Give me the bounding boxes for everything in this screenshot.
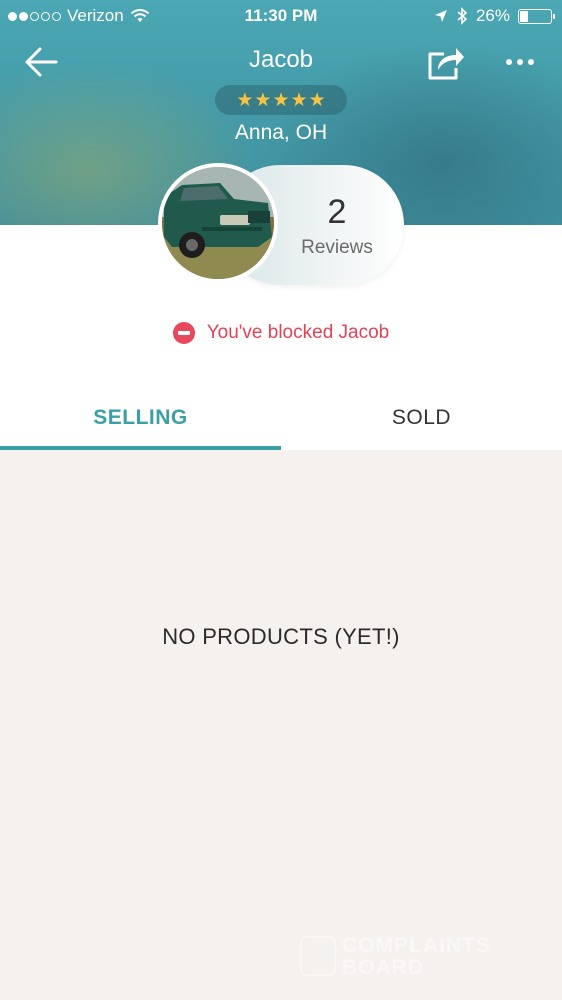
star-icon: ★ [236, 89, 254, 111]
battery-level [520, 10, 528, 22]
battery-percent: 26% [475, 6, 510, 25]
products-list [0, 450, 562, 1000]
watermark-line2: BOARD [342, 956, 424, 979]
page-title: Jacob [248, 46, 314, 73]
avatar-image [162, 167, 274, 279]
more-horizontal-icon [517, 59, 523, 65]
tab-sold[interactable]: SOLD [281, 385, 562, 450]
tab-selected-indicator [0, 446, 281, 450]
star-icon: ★ [290, 89, 308, 111]
blocked-text: You've blocked Jacob [206, 322, 390, 343]
tab-selling[interactable]: SELLING [0, 385, 281, 450]
reviews-count: 2 [327, 193, 347, 231]
more-horizontal-icon [528, 59, 534, 65]
rating-stars: ★ ★ ★ ★ ★ [215, 85, 347, 115]
status-right: 26% [434, 6, 555, 26]
reviews-label: Reviews [301, 237, 373, 258]
battery-icon [518, 8, 555, 24]
watermark-logo: COMPLAINTS BOARD [300, 934, 530, 980]
star-icon: ★ [308, 89, 326, 111]
share-button[interactable] [424, 42, 466, 82]
listing-tabs: SELLING SOLD [0, 385, 562, 450]
avatar[interactable] [158, 163, 278, 283]
blocked-icon [172, 322, 195, 344]
location-arrow-icon [434, 10, 447, 22]
blocked-notice: You've blocked Jacob [0, 322, 562, 344]
navigation-bar: Jacob [0, 38, 562, 86]
star-icon: ★ [272, 89, 290, 111]
more-horizontal-icon [506, 59, 512, 65]
empty-state-text: NO PRODUCTS (YET!) [162, 624, 400, 649]
share-icon [428, 48, 464, 80]
more-button[interactable] [498, 42, 542, 82]
watermark-line1: COMPLAINTS [342, 934, 491, 957]
star-icon: ★ [254, 89, 272, 111]
watermark-badge-icon [300, 936, 336, 976]
status-bar: Verizon 11:30 PM 26% [0, 0, 562, 32]
bluetooth-icon [457, 7, 468, 25]
user-location: Anna, OH [234, 121, 328, 144]
